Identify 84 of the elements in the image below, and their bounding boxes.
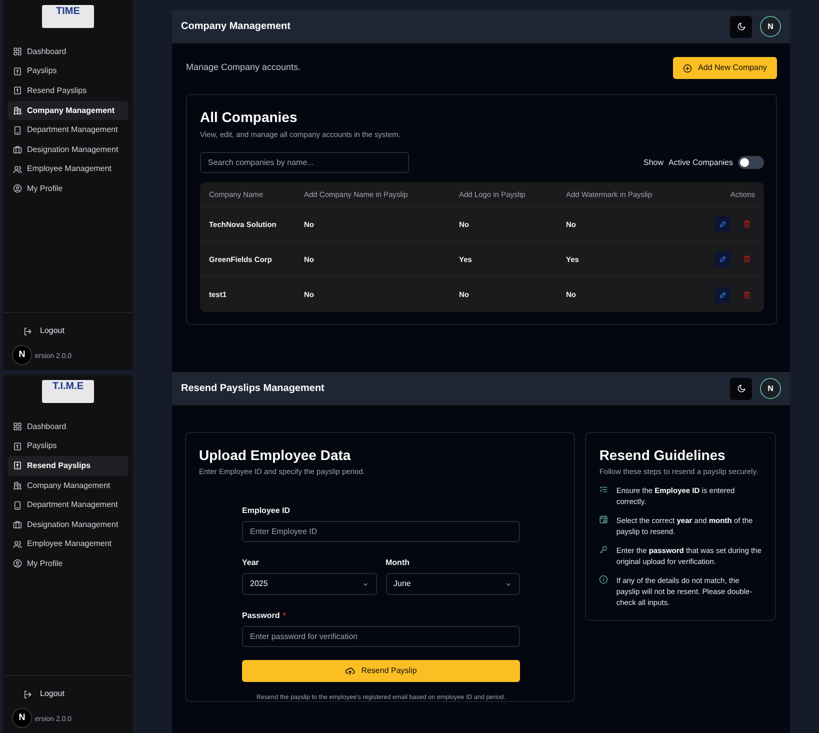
sidebar-item[interactable]: Resend Payslips (8, 456, 128, 476)
sidebar-item[interactable]: Dashboard (8, 417, 128, 437)
card-title: All Companies (200, 108, 298, 127)
briefcase-icon (13, 145, 22, 154)
building-icon (13, 106, 22, 116)
card-title: Resend Guidelines (599, 446, 726, 465)
sidebar-item[interactable]: Payslips (8, 62, 128, 82)
info-icon (599, 575, 608, 584)
user-circle-icon (13, 559, 22, 568)
card-title: Upload Employee Data (199, 446, 352, 465)
cloud-upload-icon (345, 666, 356, 676)
pencil-icon (719, 255, 727, 264)
field-label: Month (386, 558, 410, 568)
moon-icon (736, 22, 746, 31)
users-icon (13, 164, 22, 174)
add-company-button[interactable]: Add New Company (673, 57, 777, 79)
trash-icon (743, 255, 751, 264)
list-check-icon (599, 485, 608, 494)
avatar-badge[interactable]: N (12, 345, 32, 365)
toggle-label: Show (644, 156, 664, 169)
edit-button[interactable] (715, 251, 731, 268)
sidebar-item[interactable]: Department Management (8, 495, 128, 515)
user-avatar[interactable]: N (760, 16, 781, 37)
users-icon (13, 540, 22, 549)
user-avatar[interactable]: N (760, 378, 781, 399)
logout-icon (23, 690, 32, 698)
company-logo: TIME (42, 5, 94, 28)
sidebar-item[interactable]: Designation Management (8, 140, 128, 160)
sidebar-item[interactable]: Designation Management (8, 514, 128, 535)
field-label: Year (242, 558, 259, 568)
theme-toggle-button[interactable] (730, 378, 752, 400)
edit-button[interactable] (715, 286, 731, 303)
tablet-icon (13, 500, 22, 510)
edit-button[interactable] (715, 216, 731, 232)
logout-button[interactable]: Logout (23, 688, 133, 700)
search-field[interactable]: Search companies by name... (200, 152, 409, 174)
theme-toggle-button[interactable] (730, 16, 752, 38)
page-description: Manage Company accounts. (186, 61, 301, 74)
toggle-switch[interactable] (738, 156, 764, 170)
field-label: Employee ID (242, 506, 290, 516)
resend-button[interactable]: Resend Payslip (242, 660, 520, 682)
password-field[interactable]: Enter password for verification (242, 626, 520, 648)
building-icon (13, 481, 22, 490)
sidebar-item[interactable]: Department Management (8, 120, 128, 140)
trash-icon (743, 220, 751, 228)
sidebar-item[interactable]: Company Management (8, 100, 128, 120)
grid-icon (13, 47, 22, 56)
logout-icon (23, 326, 32, 336)
pencil-icon (719, 290, 727, 299)
toggle-label: Active Companies (668, 156, 733, 169)
calendar-clock-icon (599, 515, 608, 524)
employee-id-field[interactable]: Enter Employee ID (242, 521, 520, 542)
sidebar-item[interactable]: Payslips (8, 436, 128, 456)
document-icon (13, 461, 22, 470)
document-icon (13, 66, 22, 76)
company-logo: T.I.M.E (42, 380, 94, 403)
tablet-icon (13, 126, 22, 135)
document-icon (13, 442, 22, 451)
plus-circle-icon (683, 64, 692, 72)
page-title: Company Management (181, 20, 292, 34)
chevron-down-icon (362, 580, 368, 588)
required-mark: * (282, 611, 286, 620)
chevron-down-icon (505, 580, 512, 588)
briefcase-icon (13, 520, 22, 530)
sidebar-item[interactable]: My Profile (8, 179, 128, 199)
logout-button[interactable]: Logout (23, 325, 133, 337)
trash-icon (743, 290, 751, 299)
avatar-badge[interactable]: N (12, 708, 32, 728)
sidebar-item[interactable]: My Profile (8, 554, 128, 574)
moon-icon (736, 384, 746, 393)
user-circle-icon (13, 184, 22, 194)
sidebar-item[interactable]: Company Management (8, 476, 128, 496)
sidebar-item[interactable]: Employee Management (8, 160, 128, 180)
page-title: Resend Payslips Management (181, 382, 326, 396)
key-icon (599, 545, 608, 554)
pencil-icon (719, 220, 727, 228)
field-label: Password (242, 611, 280, 620)
sidebar-item[interactable]: Dashboard (8, 42, 128, 62)
document-icon (13, 86, 22, 96)
grid-icon (13, 422, 22, 432)
sidebar-item[interactable]: Employee Management (8, 534, 128, 554)
year-select[interactable]: 2025 (242, 573, 376, 596)
sidebar-item[interactable]: Resend Payslips (8, 81, 128, 101)
month-select[interactable]: June (386, 573, 520, 596)
